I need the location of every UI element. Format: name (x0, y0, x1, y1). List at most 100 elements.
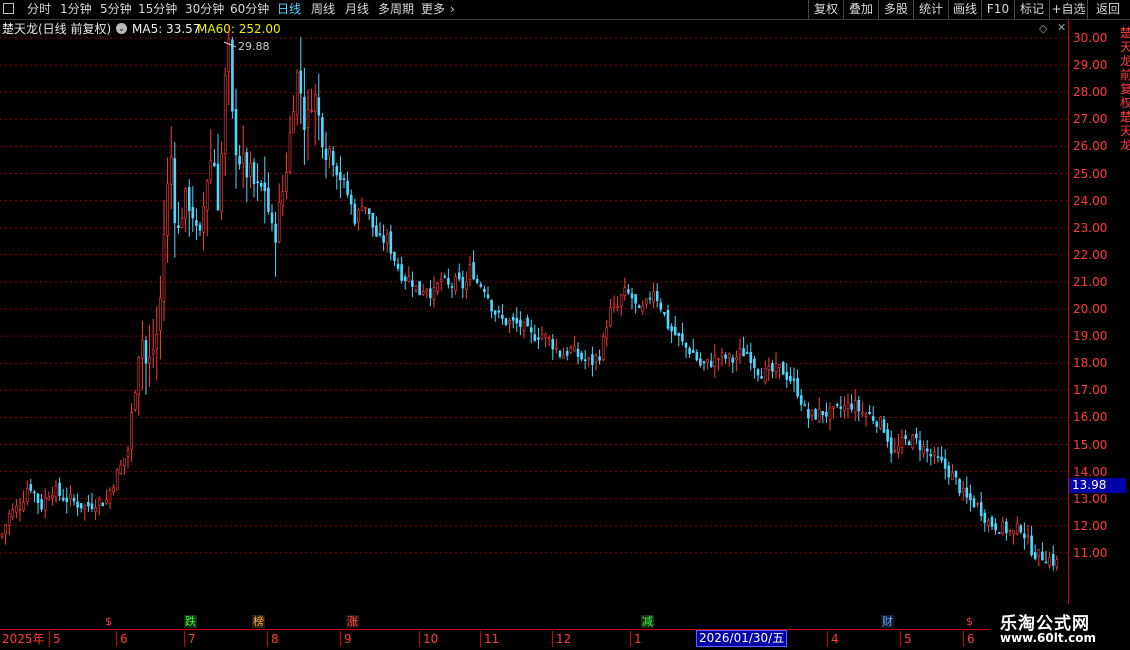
price-tick-label: 19.00 (1073, 329, 1108, 344)
candle-body (526, 317, 529, 327)
candle-body (792, 378, 796, 381)
price-tick-label: 25.00 (1073, 166, 1108, 181)
candle-body (18, 509, 22, 511)
candle-body (875, 421, 879, 427)
candle-body (839, 406, 843, 409)
candle-body (130, 412, 133, 450)
candle-body (256, 181, 259, 183)
event-marker[interactable]: 跌 (184, 615, 197, 628)
candle-body (817, 408, 821, 422)
candle-body (900, 437, 904, 448)
candle-body (29, 484, 33, 491)
candle-body (760, 376, 763, 379)
candle-body (339, 172, 342, 181)
candle-body (918, 440, 922, 451)
candle-body (342, 178, 346, 180)
candle-body (933, 452, 936, 456)
price-tick-label: 15.00 (1073, 437, 1108, 452)
candle-body (1037, 548, 1041, 557)
candle-body (385, 233, 389, 244)
candle-body (1012, 530, 1015, 535)
candle-body (115, 469, 119, 491)
side-panel-edge: 楚天龙前复权楚天龙 (1120, 26, 1130, 152)
candle-body (796, 378, 799, 397)
candle-body (735, 357, 738, 361)
candle-body (65, 497, 69, 503)
candle-body (220, 153, 223, 213)
candle-body (670, 326, 673, 332)
candle-body (378, 233, 382, 235)
candle-body (627, 289, 630, 294)
candle-body (645, 298, 648, 305)
candle-body (177, 225, 180, 228)
price-tick-label: 11.00 (1073, 545, 1108, 560)
candlestick-chart[interactable]: 29.88 (0, 0, 1068, 614)
price-tick-label: 18.00 (1073, 356, 1108, 371)
price-tick-label: 29.00 (1073, 58, 1108, 73)
price-tick-label: 22.00 (1073, 247, 1108, 262)
candle-body (504, 318, 508, 325)
candle-body (259, 182, 263, 187)
price-tick-label: 14.00 (1073, 464, 1108, 479)
candle-body (976, 503, 979, 505)
event-marker[interactable]: $ (965, 615, 974, 628)
candle-body (943, 458, 947, 469)
candle-body (893, 449, 897, 452)
date-tick-label: 2025年 (2, 632, 45, 646)
price-tick-label: 16.00 (1073, 410, 1108, 425)
candle-body (619, 294, 623, 307)
candle-body (706, 358, 709, 363)
event-marker[interactable]: 财 (881, 615, 894, 628)
candle-body (983, 512, 987, 523)
toolbar-button[interactable]: 返回 (1087, 0, 1128, 19)
event-marker[interactable]: 减 (641, 615, 654, 628)
candle-body (915, 433, 918, 439)
candle-body (479, 284, 483, 287)
candle-body (238, 155, 241, 165)
candle-body (137, 356, 141, 395)
date-cursor-label: 2026/01/30/五 (696, 630, 788, 647)
candle-body (241, 152, 245, 164)
candle-body (688, 348, 691, 355)
candle-body (108, 490, 112, 504)
candle-body (929, 454, 933, 457)
candle-body (864, 413, 868, 417)
candle-body (828, 407, 832, 420)
candle-body (421, 291, 425, 295)
candle-body (879, 416, 882, 429)
date-tick-label: 4 (827, 631, 839, 647)
candle-body (198, 224, 202, 231)
candle-body (965, 487, 969, 498)
candle-body (533, 334, 537, 341)
event-marker[interactable]: 榜 (252, 615, 265, 628)
candle-body (396, 263, 400, 269)
event-marker[interactable]: $ (104, 615, 113, 628)
candle-body (904, 435, 907, 439)
candle-body (94, 507, 97, 512)
candle-body (306, 109, 310, 129)
candle-body (11, 509, 15, 518)
candle-body (814, 409, 817, 420)
candle-body (51, 494, 54, 498)
event-marker[interactable]: 涨 (346, 615, 359, 628)
candle-body (357, 209, 360, 223)
candle-body (223, 75, 227, 154)
candle-body (868, 411, 871, 415)
date-tick-label: 6 (963, 631, 975, 647)
candle-body (36, 493, 40, 504)
candle-body (907, 441, 911, 446)
candle-body (763, 368, 767, 383)
date-tick-label: 12 (552, 631, 571, 647)
candle-body (742, 348, 745, 357)
candle-body (767, 365, 771, 371)
candle-body (781, 361, 785, 375)
candle-body (7, 513, 11, 526)
candle-body (717, 358, 720, 361)
candle-body (151, 349, 155, 354)
candle-body (972, 498, 976, 507)
price-tick-label: 17.00 (1073, 383, 1108, 398)
candle-body (979, 502, 983, 517)
candle-body (101, 502, 105, 507)
candle-body (389, 231, 393, 254)
candle-body (594, 355, 598, 362)
